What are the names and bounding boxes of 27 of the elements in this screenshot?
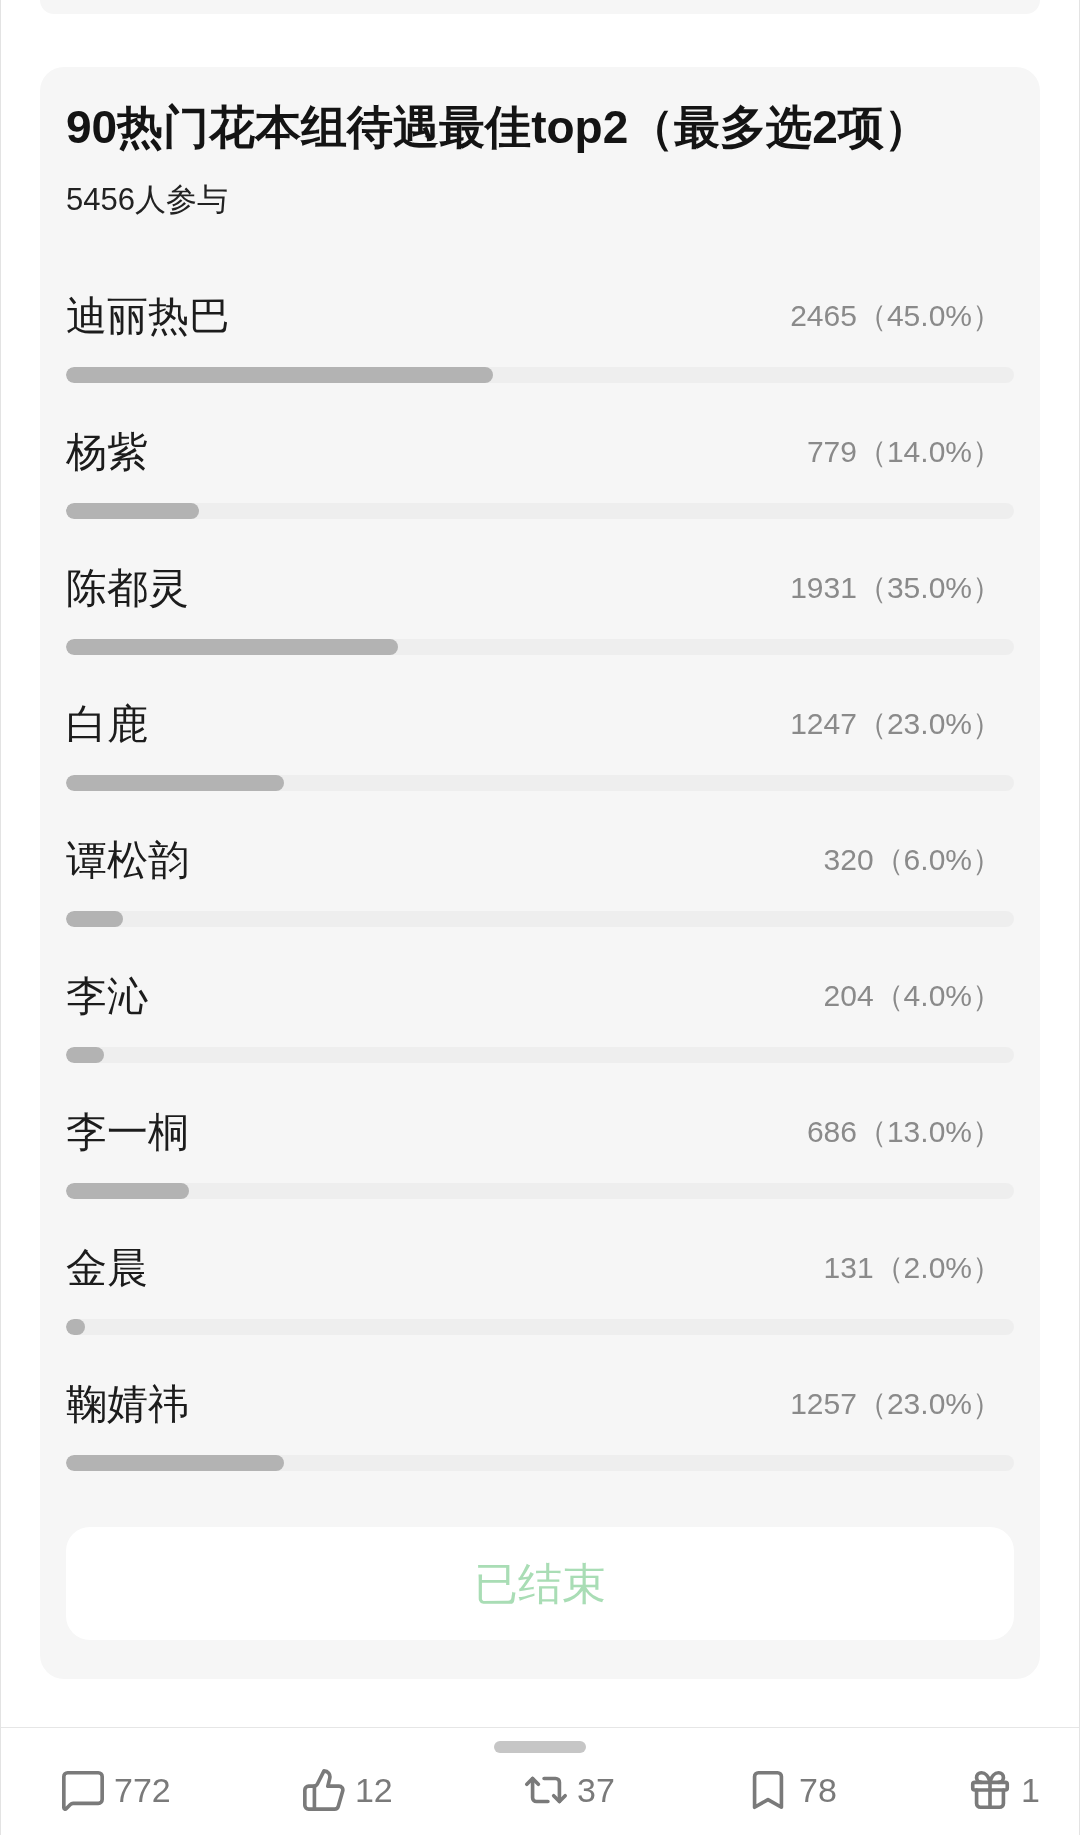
gift-button[interactable]: 1 bbox=[967, 1766, 1040, 1814]
vote-result: 1931（35.0%） bbox=[790, 570, 1002, 606]
option-name: 谭松韵 bbox=[66, 836, 189, 884]
vote-result: 320（6.0%） bbox=[823, 842, 1002, 878]
like-button[interactable]: 12 bbox=[300, 1766, 393, 1814]
option-name: 李沁 bbox=[66, 972, 148, 1020]
vote-result: 2465（45.0%） bbox=[790, 298, 1002, 334]
repost-button[interactable]: 37 bbox=[522, 1766, 615, 1814]
comment-button[interactable]: 772 bbox=[60, 1766, 171, 1814]
vote-result: 131（2.0%） bbox=[823, 1250, 1002, 1286]
option-name: 迪丽热巴 bbox=[66, 292, 230, 340]
drag-handle[interactable] bbox=[494, 1741, 586, 1753]
option-name: 金晨 bbox=[66, 1244, 148, 1292]
poll-title: 90热门花本组待遇最佳top2（最多选2项） bbox=[66, 103, 930, 151]
option-name: 杨紫 bbox=[66, 428, 148, 476]
option-name: 陈都灵 bbox=[66, 564, 189, 612]
participant-count: 5456人参与 bbox=[66, 182, 228, 218]
vote-result: 204（4.0%） bbox=[823, 978, 1002, 1014]
option-name: 李一桐 bbox=[66, 1108, 189, 1156]
bookmark-button[interactable]: 78 bbox=[745, 1766, 837, 1814]
option-name: 白鹿 bbox=[66, 700, 148, 748]
option-name: 鞠婧祎 bbox=[66, 1380, 189, 1428]
thumbs-up-icon bbox=[300, 1767, 347, 1813]
vote-result: 686（13.0%） bbox=[806, 1114, 1002, 1150]
vote-result: 779（14.0%） bbox=[806, 434, 1002, 470]
vote-result: 1247（23.0%） bbox=[790, 706, 1002, 742]
vote-result: 1257（23.0%） bbox=[790, 1386, 1002, 1422]
